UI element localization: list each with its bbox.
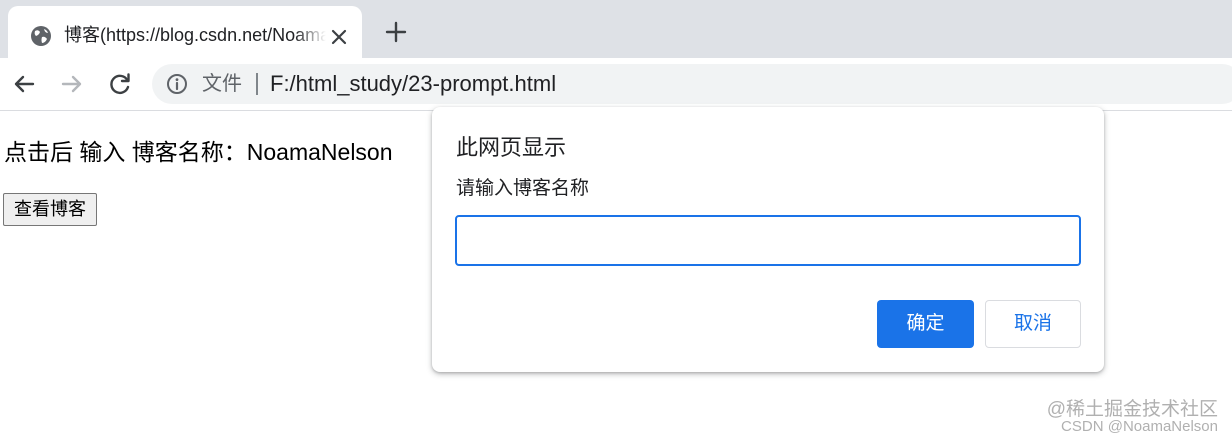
tab-title: 博客(https://blog.csdn.net/NoamaNelson) [64, 25, 326, 45]
forward-arrow-icon [61, 75, 82, 93]
address-bar[interactable]: 文件 F:/html_study/23-prompt.html [152, 64, 1232, 104]
plus-icon [385, 21, 407, 43]
result-text: 点击后 输入 博客名称：NoamaNelson [4, 139, 393, 165]
forward-button[interactable] [56, 68, 88, 100]
watermark: @稀土掘金技术社区 CSDN @NoamaNelson [1046, 399, 1218, 435]
back-button[interactable] [8, 68, 40, 100]
browser-window: 博客(https://blog.csdn.net/NoamaNelson) [0, 0, 1232, 437]
info-icon[interactable] [166, 73, 188, 95]
scheme-label: 文件 [202, 73, 242, 95]
dialog-title: 此网页显示 [456, 135, 567, 160]
globe-icon [30, 25, 52, 47]
browser-tab[interactable]: 博客(https://blog.csdn.net/NoamaNelson) [8, 6, 362, 58]
view-blog-button[interactable]: 查看博客 [3, 193, 97, 226]
reload-button[interactable] [104, 68, 136, 100]
url-text: F:/html_study/23-prompt.html [270, 71, 557, 96]
watermark-line-1: @稀土掘金技术社区 [1046, 399, 1218, 420]
new-tab-button[interactable] [380, 16, 412, 48]
watermark-line-2: CSDN @NoamaNelson [1061, 418, 1218, 435]
cancel-button[interactable]: 取消 [985, 300, 1081, 348]
close-icon[interactable] [326, 24, 352, 50]
dialog-message: 请输入博客名称 [456, 178, 590, 199]
reload-icon [110, 73, 130, 94]
prompt-dialog: 此网页显示 请输入博客名称 确定 取消 [432, 107, 1104, 372]
browser-toolbar: 文件 F:/html_study/23-prompt.html [0, 58, 1232, 111]
tab-strip: 博客(https://blog.csdn.net/NoamaNelson) [0, 0, 1232, 58]
back-arrow-icon [14, 75, 35, 93]
omnibox-divider [256, 73, 258, 95]
prompt-input[interactable] [455, 215, 1081, 266]
ok-button[interactable]: 确定 [877, 300, 974, 348]
